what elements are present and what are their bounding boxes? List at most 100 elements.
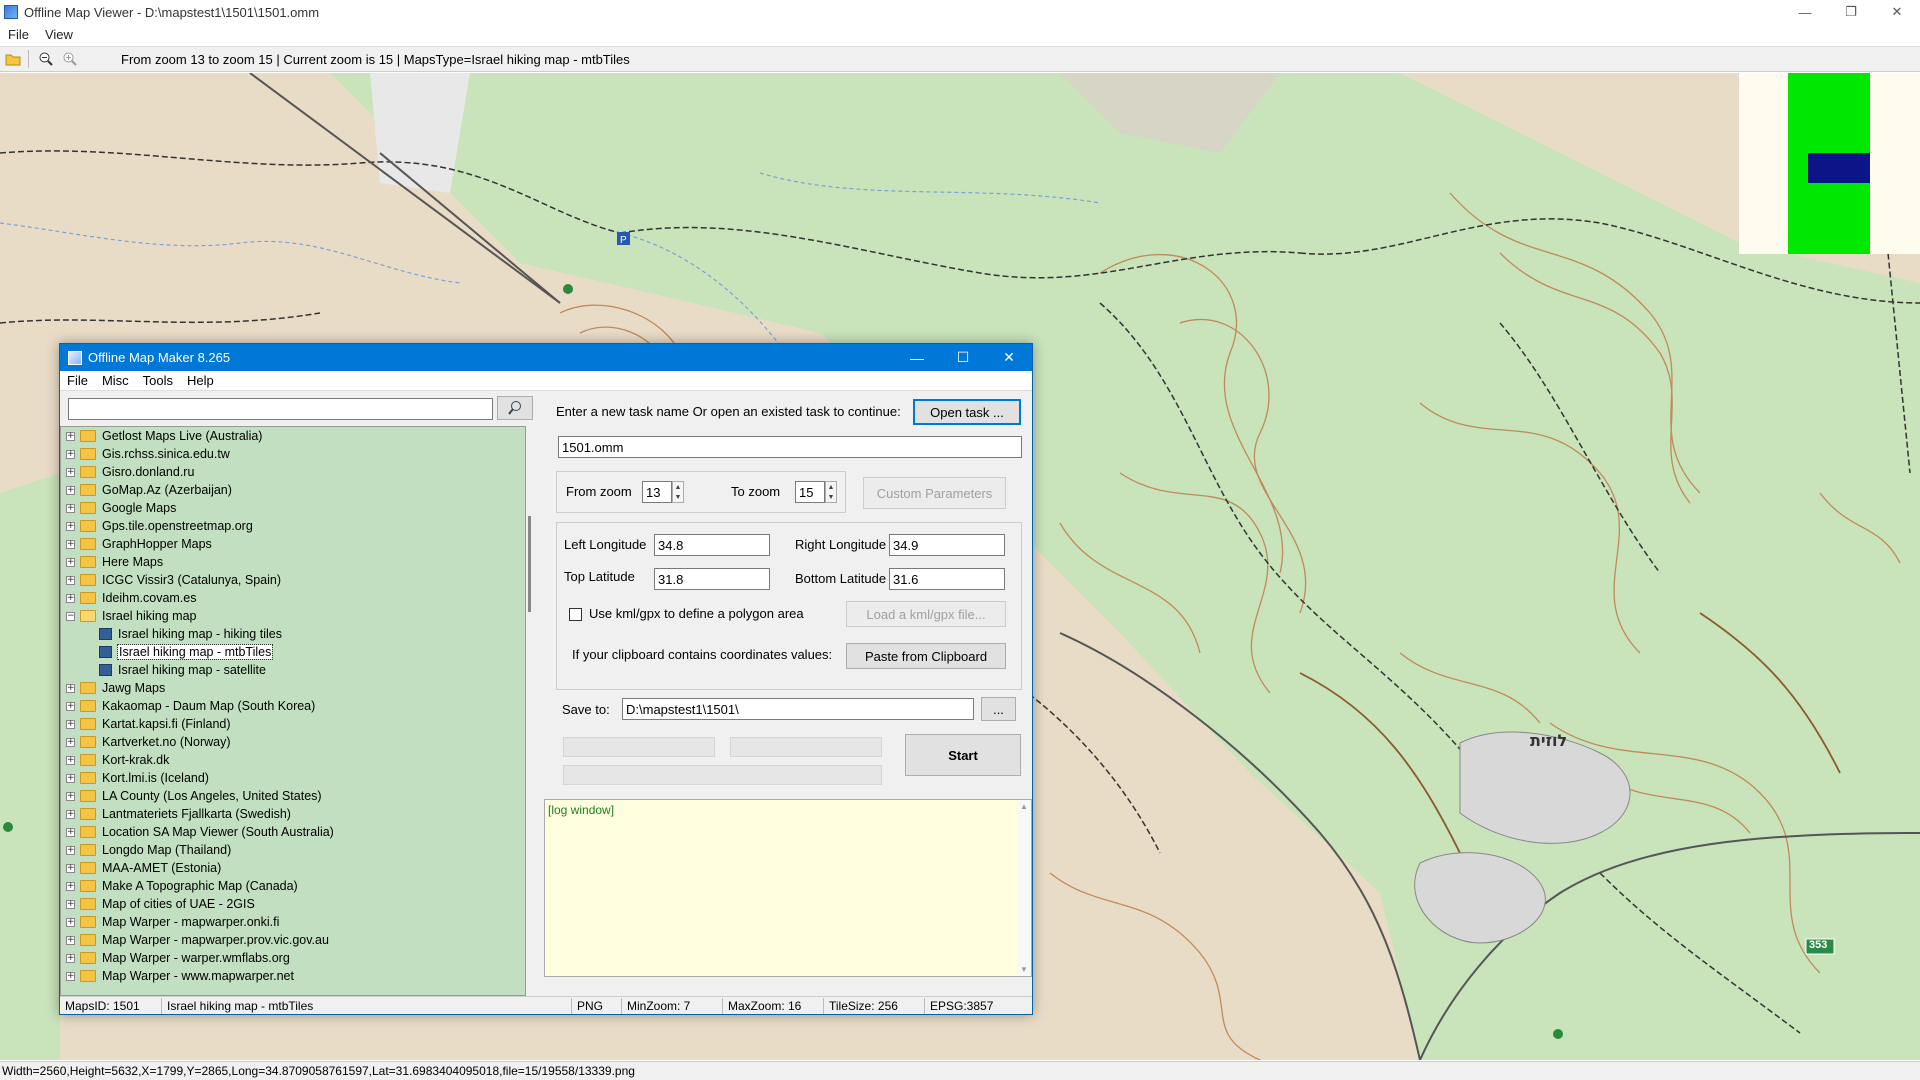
tree-folder-item[interactable]: + Getlost Maps Live (Australia) [61,427,525,445]
dialog-menu-misc[interactable]: Misc [95,373,136,388]
tree-map-item[interactable]: Israel hiking map - hiking tiles [61,625,525,643]
expand-icon[interactable]: + [66,485,75,495]
tree-folder-item[interactable]: + Kort-krak.dk [61,751,525,769]
expand-icon[interactable]: + [66,773,75,783]
log-window[interactable]: [log window] ▲ ▼ [544,799,1032,977]
expand-icon[interactable]: + [66,557,75,567]
right-longitude-input[interactable]: 34.9 [889,534,1005,556]
expand-icon[interactable]: + [66,701,75,711]
tree-folder-item[interactable]: + GoMap.Az (Azerbaijan) [61,481,525,499]
close-button[interactable]: ✕ [1874,0,1920,24]
expand-icon[interactable]: + [66,503,75,513]
left-longitude-input[interactable]: 34.8 [654,534,770,556]
use-kml-checkbox[interactable] [569,608,582,621]
expand-icon[interactable]: + [66,809,75,819]
zoom-out-icon[interactable] [35,48,57,70]
tree-folder-item[interactable]: + Map Warper - www.mapwarper.net [61,967,525,985]
expand-icon[interactable]: + [66,719,75,729]
expand-icon[interactable]: + [66,935,75,945]
to-zoom-spinner[interactable]: ▲ ▼ [825,481,837,503]
expand-icon[interactable]: + [66,881,75,891]
paste-clipboard-button[interactable]: Paste from Clipboard [846,643,1006,669]
expand-icon[interactable]: + [66,449,75,459]
expand-icon[interactable]: + [66,521,75,531]
browse-button[interactable]: ... [981,697,1016,721]
tree-folder-item[interactable]: + Map Warper - mapwarper.onki.fi [61,913,525,931]
from-zoom-spinner[interactable]: ▲ ▼ [672,481,684,503]
dialog-close-button[interactable]: ✕ [986,344,1032,371]
tree-folder-item[interactable]: + Kakaomap - Daum Map (South Korea) [61,697,525,715]
dialog-minimize-button[interactable]: — [894,344,940,371]
tree-folder-item[interactable]: + Ideihm.covam.es [61,589,525,607]
tree-folder-item[interactable]: + MAA-AMET (Estonia) [61,859,525,877]
tree-folder-item[interactable]: + Map Warper - warper.wmflabs.org [61,949,525,967]
tree-folder-item[interactable]: + Make A Topographic Map (Canada) [61,877,525,895]
expand-icon[interactable]: + [66,593,75,603]
open-folder-icon[interactable] [2,48,24,70]
tree-folder-item[interactable]: + LA County (Los Angeles, United States) [61,787,525,805]
start-button[interactable]: Start [905,734,1021,776]
expand-icon[interactable]: + [66,755,75,765]
save-to-input[interactable]: D:\mapstest1\1501\ [622,698,974,720]
tree-folder-item[interactable]: + Gps.tile.openstreetmap.org [61,517,525,535]
zoom-in-icon[interactable] [59,48,81,70]
load-kml-button[interactable]: Load a kml/gpx file... [846,601,1006,627]
tree-folder-item[interactable]: + Map of cities of UAE - 2GIS [61,895,525,913]
custom-parameters-button[interactable]: Custom Parameters [863,477,1006,509]
expand-icon[interactable]: + [66,791,75,801]
expand-icon[interactable]: + [66,845,75,855]
tree-folder-item[interactable]: + Location SA Map Viewer (South Australia… [61,823,525,841]
tree-map-item[interactable]: Israel hiking map - satellite [61,661,525,679]
tree-folder-item[interactable]: + Google Maps [61,499,525,517]
open-task-button[interactable]: Open task ... [913,399,1021,425]
tree-scrollbar-thumb[interactable] [528,516,531,612]
expand-icon[interactable]: + [66,827,75,837]
overview-minimap[interactable] [1739,73,1920,254]
tree-folder-item[interactable]: + Kort.lmi.is (Iceland) [61,769,525,787]
map-source-tree[interactable]: + Getlost Maps Live (Australia) + Gis.rchss… [60,426,526,996]
tree-folder-item[interactable]: + Longdo Map (Thailand) [61,841,525,859]
dialog-menu-help[interactable]: Help [180,373,221,388]
expand-icon[interactable]: + [66,683,75,693]
tree-map-item[interactable]: Israel hiking map - mtbTiles [61,643,525,661]
expand-icon[interactable]: + [66,917,75,927]
expand-icon[interactable]: + [66,575,75,585]
log-scrollbar[interactable]: ▲ ▼ [1017,800,1031,976]
to-zoom-input[interactable]: 15 [795,481,825,503]
tree-folder-item[interactable]: + GraphHopper Maps [61,535,525,553]
menu-file[interactable]: File [0,27,37,42]
expand-icon[interactable]: + [66,863,75,873]
tree-folder-item[interactable]: + Gis.rchss.sinica.edu.tw [61,445,525,463]
tree-folder-item[interactable]: − Israel hiking map [61,607,525,625]
bottom-latitude-input[interactable]: 31.6 [889,568,1005,590]
expand-icon[interactable]: + [66,431,75,441]
menu-view[interactable]: View [37,27,81,42]
map-search-input[interactable] [68,398,493,420]
expand-icon[interactable]: + [66,539,75,549]
expand-icon[interactable]: + [66,899,75,909]
expand-icon[interactable]: + [66,467,75,477]
top-latitude-input[interactable]: 31.8 [654,568,770,590]
tree-folder-item[interactable]: + Kartat.kapsi.fi (Finland) [61,715,525,733]
task-name-input[interactable]: 1501.omm [558,436,1022,458]
tree-folder-item[interactable]: + Lantmateriets Fjallkarta (Swedish) [61,805,525,823]
expand-icon[interactable]: + [66,953,75,963]
expand-icon[interactable]: + [66,971,75,981]
from-zoom-input[interactable]: 13 [642,481,672,503]
dialog-maximize-button[interactable]: ☐ [940,344,986,371]
tree-folder-item[interactable]: + Here Maps [61,553,525,571]
expand-icon[interactable]: + [66,737,75,747]
dialog-menu-file[interactable]: File [60,373,95,388]
tree-folder-item[interactable]: + Kartverket.no (Norway) [61,733,525,751]
tree-folder-item[interactable]: + ICGC Vissir3 (Catalunya, Spain) [61,571,525,589]
tree-folder-item[interactable]: + Map Warper - mapwarper.prov.vic.gov.au [61,931,525,949]
collapse-icon[interactable]: − [66,611,75,621]
minimap-viewport[interactable] [1808,153,1870,183]
search-button[interactable] [497,396,533,420]
maximize-button[interactable]: ❐ [1828,0,1874,24]
tree-scrollbar[interactable] [526,426,534,996]
minimize-button[interactable]: — [1782,0,1828,24]
dialog-menu-tools[interactable]: Tools [136,373,180,388]
tree-folder-item[interactable]: + Gisro.donland.ru [61,463,525,481]
tree-folder-item[interactable]: + Jawg Maps [61,679,525,697]
